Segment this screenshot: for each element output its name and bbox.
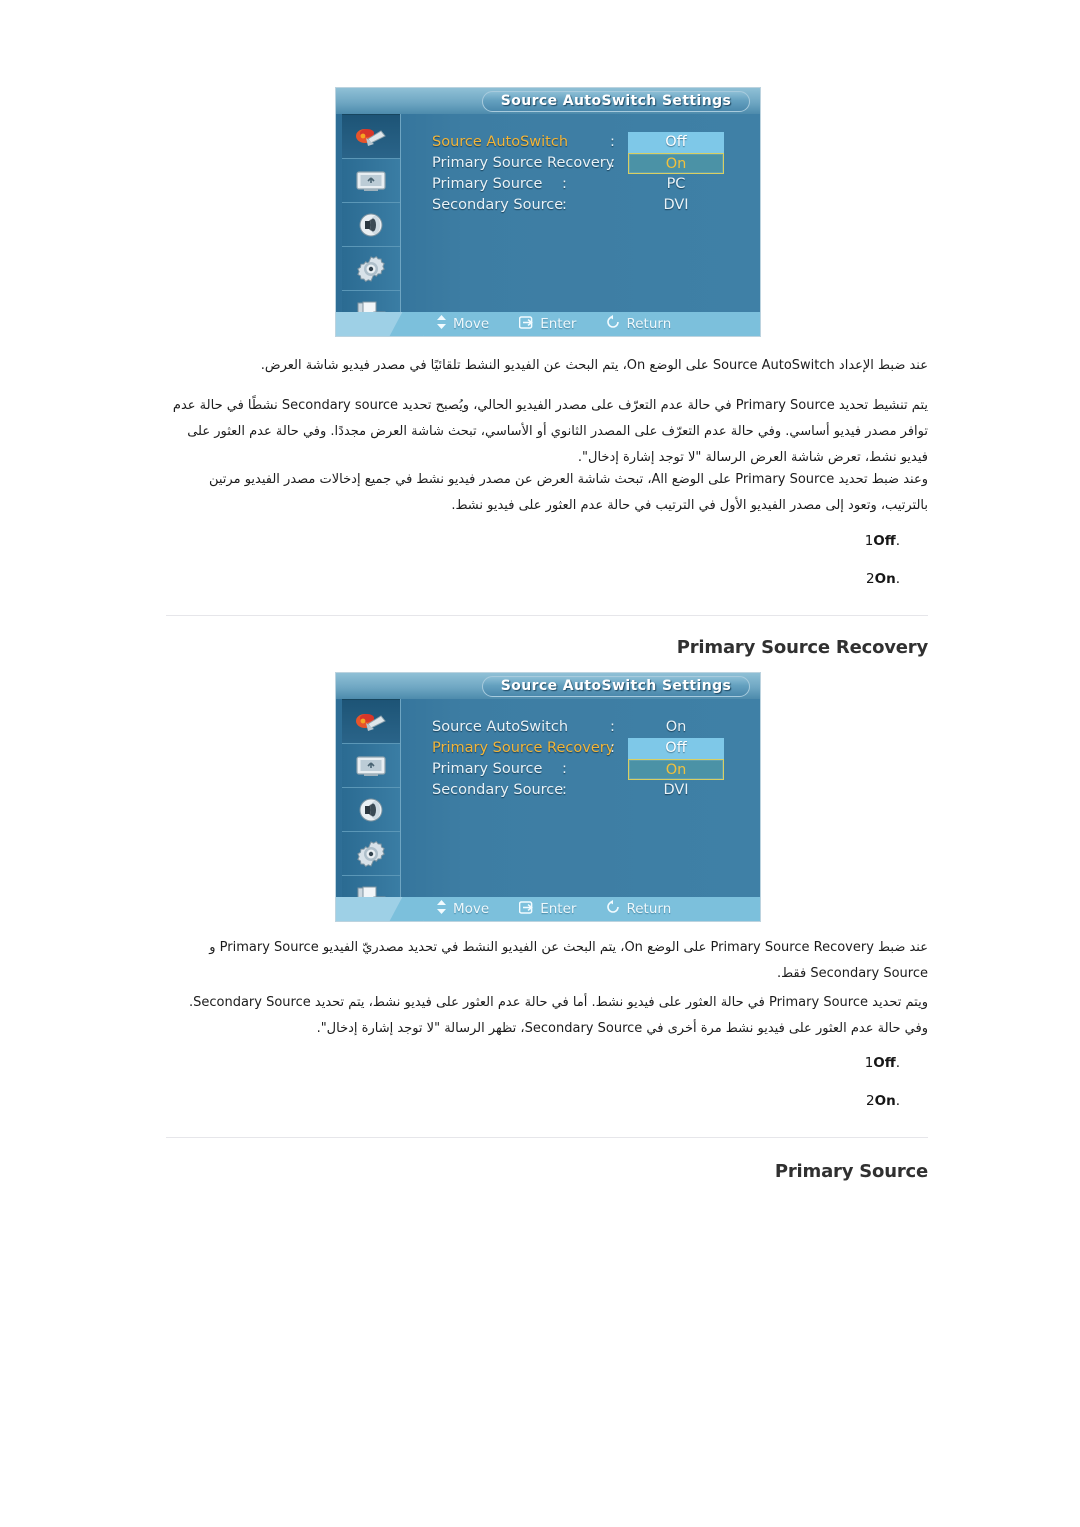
osd-hint-label: Enter [540, 901, 577, 917]
option-list-2: .1Off .2On [700, 1044, 900, 1120]
updown-arrow-icon [436, 900, 447, 918]
screen-display-icon [354, 754, 388, 778]
paragraph-4: عند ضبط Primary Source Recovery على الوض… [209, 940, 928, 981]
osd-title: Source AutoSwitch Settings [482, 676, 750, 697]
speaker-sound-icon [356, 212, 386, 238]
osd-row-colon: : [562, 782, 567, 798]
osd-row-label: Primary Source [432, 176, 543, 192]
list-item: .2On [700, 560, 900, 598]
osd-row-secondary-source[interactable]: Secondary Source : DVI [432, 195, 752, 216]
osd-title: Source AutoSwitch Settings [482, 91, 750, 112]
osd-hint-items: Move Enter Return [436, 897, 671, 921]
rail-item-setup[interactable] [342, 832, 400, 876]
rail-item-display[interactable] [342, 159, 400, 203]
osd-row-colon: : [562, 197, 567, 213]
osd-row-value: DVI [663, 197, 689, 213]
osd-hint-bar: Move Enter Return [336, 897, 760, 921]
osd-hint-label: Return [626, 901, 672, 917]
osd-row-source-autoswitch[interactable]: Source AutoSwitch : On [432, 717, 752, 738]
osd-hint-move[interactable]: Move [436, 315, 489, 333]
osd-hint-return[interactable]: Return [606, 900, 671, 918]
list-item-text: Off [873, 533, 896, 549]
osd-hint-bar: Move Enter Return [336, 312, 760, 336]
osd-row-label: Primary Source Recovery [432, 740, 615, 756]
return-arrow-icon [606, 900, 620, 918]
osd-row-label: Secondary Source [432, 782, 564, 798]
list-item: .1Off [700, 522, 900, 560]
osd-row-colon: : [562, 176, 567, 192]
osd-row-colon: : [610, 719, 615, 735]
document-page: Source AutoSwitch Settings Source AutoSw… [0, 0, 1080, 1527]
option-list-1: .1Off .2On [700, 522, 900, 598]
osd-row-colon: : [610, 155, 615, 171]
osd-row-value: On [665, 719, 687, 735]
list-item: .2On [700, 1082, 900, 1120]
osd-row-secondary-source[interactable]: Secondary Source : DVI [432, 780, 752, 801]
gear-setup-icon [356, 255, 386, 283]
osd-hint-label: Return [626, 316, 672, 332]
return-arrow-icon [606, 315, 620, 333]
osd-hint-label: Move [453, 901, 490, 917]
osd-hint-enter[interactable]: Enter [519, 315, 577, 333]
osd-row-colon: : [610, 134, 615, 150]
screen-display-icon [354, 169, 388, 193]
paragraph-3: وعند ضبط تحديد Primary Source على الوضع … [208, 472, 928, 513]
rail-item-sound[interactable] [342, 203, 400, 247]
rail-item-display[interactable] [342, 744, 400, 788]
osd-hint-enter[interactable]: Enter [519, 900, 577, 918]
osd-hint-items: Move Enter Return [436, 312, 671, 336]
section-divider-2 [166, 1137, 928, 1138]
gear-setup-icon [356, 840, 386, 868]
osd-hint-label: Enter [540, 316, 577, 332]
osd-option-on-selected[interactable]: On [628, 153, 724, 174]
osd-row-value: PC [666, 176, 686, 192]
osd-panel-primary-source-recovery: Source AutoSwitch Settings Source AutoSw… [336, 673, 760, 921]
speaker-sound-icon [356, 797, 386, 823]
heading-primary-source: Primary Source [774, 1161, 928, 1182]
list-item-text: On [874, 1093, 896, 1109]
rail-item-setup[interactable] [342, 247, 400, 291]
osd-hint-label: Move [453, 316, 490, 332]
paragraph-5: ويتم تحديد Primary Source في حالة العثور… [188, 995, 928, 1036]
rail-item-sound[interactable] [342, 788, 400, 832]
enter-key-icon [519, 900, 534, 918]
osd-row-label: Source AutoSwitch [432, 134, 569, 150]
list-item-text: On [874, 571, 896, 587]
osd-option-on-selected[interactable]: On [628, 759, 724, 780]
picture-brush-icon [354, 125, 388, 149]
osd-row-primary-source[interactable]: Primary Source : PC [432, 174, 752, 195]
rail-item-picture[interactable] [342, 114, 400, 159]
osd-icon-rail [342, 699, 401, 920]
picture-brush-icon [354, 710, 388, 734]
osd-row-colon: : [610, 740, 615, 756]
osd-row-label: Source AutoSwitch [432, 719, 569, 735]
osd-panel-source-autoswitch: Source AutoSwitch Settings Source AutoSw… [336, 88, 760, 336]
osd-row-colon: : [562, 761, 567, 777]
section-divider-1 [166, 615, 928, 616]
list-item-text: Off [873, 1055, 896, 1071]
osd-row-value: DVI [663, 782, 689, 798]
updown-arrow-icon [436, 315, 447, 333]
paragraph-2: يتم تنشيط تحديد Primary Source في حالة ع… [172, 398, 928, 465]
rail-item-picture[interactable] [342, 699, 400, 744]
list-item: .1Off [700, 1044, 900, 1082]
osd-row-label: Primary Source [432, 761, 543, 777]
osd-option-off[interactable]: Off [628, 738, 724, 759]
osd-option-off[interactable]: Off [628, 132, 724, 153]
osd-icon-rail [342, 114, 401, 335]
osd-row-label: Primary Source Recovery [432, 155, 615, 171]
osd-hint-move[interactable]: Move [436, 900, 489, 918]
paragraph-1: عند ضبط الإعداد Source AutoSwitch على ال… [260, 358, 928, 373]
osd-hint-return[interactable]: Return [606, 315, 671, 333]
enter-key-icon [519, 315, 534, 333]
osd-row-label: Secondary Source [432, 197, 564, 213]
heading-primary-source-recovery: Primary Source Recovery [676, 637, 928, 658]
